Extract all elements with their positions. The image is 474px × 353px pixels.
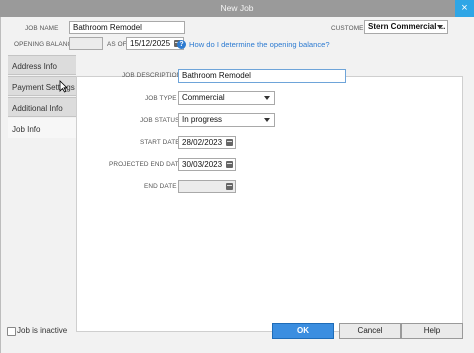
as-of-date-value: 15/12/2025	[130, 39, 171, 48]
job-name-input[interactable]: Bathroom Remodel	[69, 21, 185, 34]
job-type-value: Commercial	[182, 93, 225, 102]
tab-address-info[interactable]: Address Info	[8, 55, 76, 75]
projected-end-date-value: 30/03/2023	[182, 160, 223, 169]
chevron-down-icon	[264, 96, 270, 100]
job-name-label: JOB NAME	[25, 25, 59, 32]
help-button[interactable]: Help	[401, 323, 463, 339]
end-date-label: END DATE	[144, 183, 177, 190]
job-inactive-checkbox[interactable]	[7, 327, 16, 336]
chevron-down-icon	[437, 25, 443, 29]
start-date-label: START DATE	[140, 139, 180, 146]
tab-additional-info[interactable]: Additional Info	[8, 97, 76, 117]
job-status-value: In progress	[182, 115, 223, 124]
as-of-label: AS OF	[107, 41, 127, 48]
customer-select[interactable]: Stern Commercial ...	[364, 20, 448, 34]
cancel-button[interactable]: Cancel	[339, 323, 401, 339]
start-date-value: 28/02/2023	[182, 138, 223, 147]
chevron-down-icon	[264, 118, 270, 122]
job-description-label: JOB DESCRIPTION	[122, 72, 182, 79]
end-date-input[interactable]	[178, 180, 236, 193]
dialog-body: JOB NAME Bathroom Remodel CUSTOMER Stern…	[0, 17, 474, 353]
projected-end-date-input[interactable]: 30/03/2023	[178, 158, 236, 171]
ok-button[interactable]: OK	[272, 323, 334, 339]
customer-label: CUSTOMER	[331, 25, 369, 32]
title-bar: New Job ×	[0, 0, 474, 17]
as-of-date-input[interactable]: 15/12/2025	[126, 37, 184, 50]
calendar-icon[interactable]	[226, 183, 233, 190]
job-type-select[interactable]: Commercial	[178, 91, 275, 105]
calendar-icon[interactable]	[226, 161, 233, 168]
close-button[interactable]: ×	[455, 0, 474, 17]
tab-job-info[interactable]: Job Info	[8, 118, 76, 138]
opening-balance-input[interactable]	[69, 37, 103, 50]
opening-balance-label: OPENING BALANCE	[14, 41, 77, 48]
calendar-icon[interactable]	[226, 139, 233, 146]
customer-select-value: Stern Commercial ...	[368, 22, 446, 31]
opening-balance-help-link[interactable]: How do I determine the opening balance?	[189, 40, 330, 49]
tab-job-info-label: Job Info	[12, 125, 41, 134]
projected-end-date-label: PROJECTED END DATE	[109, 161, 184, 168]
job-type-label: JOB TYPE	[145, 95, 177, 102]
mouse-pointer-icon	[59, 80, 68, 93]
start-date-input[interactable]: 28/02/2023	[178, 136, 236, 149]
job-status-select[interactable]: In progress	[178, 113, 275, 127]
tab-additional-info-label: Additional Info	[12, 104, 63, 113]
job-inactive-label: Job is inactive	[17, 326, 68, 335]
job-status-label: JOB STATUS	[140, 117, 180, 124]
window-title: New Job	[220, 3, 254, 13]
job-description-input[interactable]: Bathroom Remodel	[178, 69, 346, 83]
tab-address-info-label: Address Info	[12, 62, 57, 71]
help-icon[interactable]: ?	[177, 40, 186, 49]
